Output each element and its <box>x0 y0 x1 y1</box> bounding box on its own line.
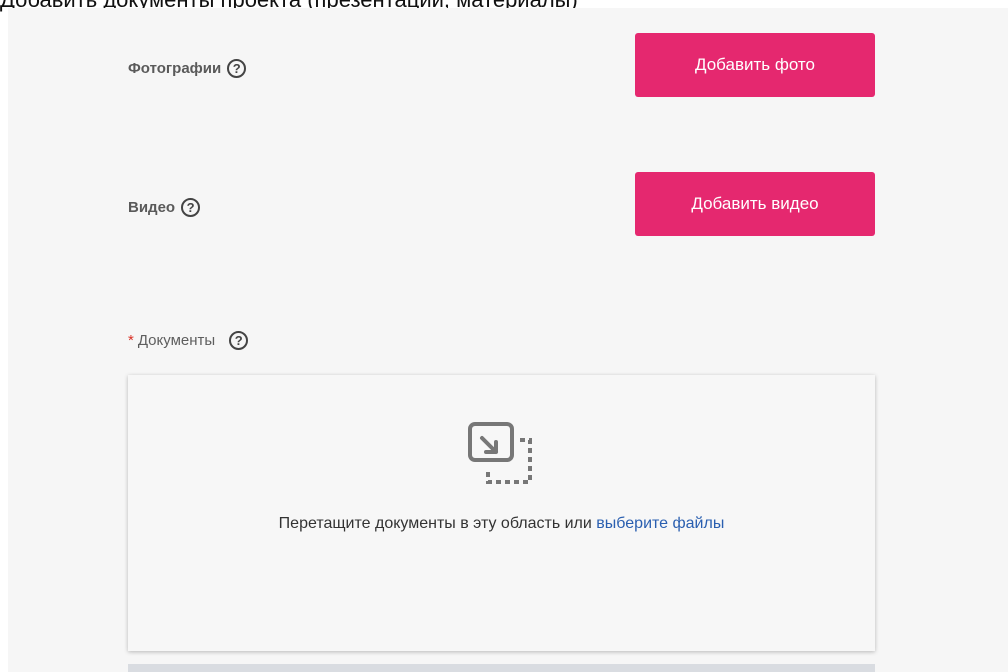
video-help-icon[interactable]: ? <box>181 198 201 217</box>
dropzone-text: Перетащите документы в эту область или в… <box>128 515 875 533</box>
photos-label-row: Фотографии ? <box>128 59 247 78</box>
video-label-row: Видео ? <box>128 198 201 217</box>
documents-label: Документы <box>137 332 216 349</box>
add-photo-button[interactable]: Добавить фото <box>635 33 875 97</box>
photos-label: Фотографии <box>128 60 222 77</box>
choose-files-link[interactable]: выберите файлы <box>596 515 724 532</box>
add-video-button[interactable]: Добавить видео <box>635 172 875 236</box>
dropzone-instruction: Перетащите документы в эту область или <box>278 515 592 532</box>
documents-label-row: * Документы ? <box>128 331 249 350</box>
dropzone-bottom-bar <box>128 664 875 672</box>
documents-dropzone[interactable]: Перетащите документы в эту область или в… <box>128 375 875 651</box>
required-marker: * <box>128 332 134 349</box>
drag-drop-icon <box>468 422 532 484</box>
video-label: Видео <box>128 199 176 216</box>
photos-help-icon[interactable]: ? <box>227 59 247 78</box>
documents-help-icon[interactable]: ? <box>229 331 249 350</box>
